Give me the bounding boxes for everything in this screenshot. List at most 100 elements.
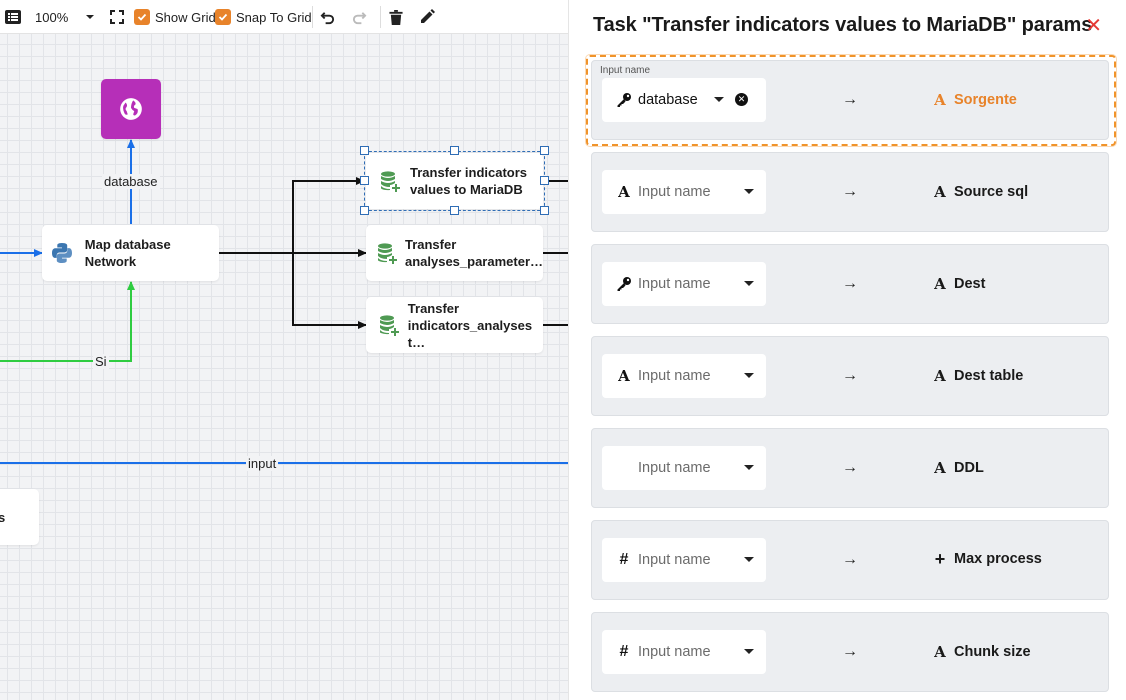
flow-canvas[interactable]: Map database Network Transfer indicators… xyxy=(0,0,568,700)
param-name: Sorgente xyxy=(954,92,1017,108)
param-row: # Input name → + Max process xyxy=(591,520,1109,600)
input-placeholder: Input name xyxy=(638,552,711,568)
input-label: Input name xyxy=(600,65,651,76)
plus-icon: + xyxy=(934,549,946,569)
toolbar-divider xyxy=(380,6,381,28)
redo-icon[interactable] xyxy=(352,0,367,34)
undo-icon[interactable] xyxy=(320,0,335,34)
input-name-select[interactable]: # Input name xyxy=(602,630,766,674)
fullscreen-icon[interactable] xyxy=(110,0,124,34)
param-row: Input name database ✕ → A Sorgente xyxy=(591,60,1109,140)
arrow-right-icon: → xyxy=(842,643,858,660)
param-name: DDL xyxy=(954,460,984,476)
node-transfer-analyses-parameter[interactable]: Transfer analyses_parameter… xyxy=(366,225,543,281)
close-icon[interactable]: ✕ xyxy=(1085,16,1102,36)
panel-title: Task "Transfer indicators values to Mari… xyxy=(593,14,1093,36)
input-name-select[interactable]: A Input name xyxy=(602,170,766,214)
resize-handle-w[interactable] xyxy=(360,176,369,185)
checkbox-checked-icon xyxy=(134,9,150,25)
chevron-down-icon xyxy=(86,15,95,19)
edge-map-to-transfer1 xyxy=(219,177,365,254)
input-name-select[interactable]: database ✕ xyxy=(602,78,766,122)
resize-handle-sw[interactable] xyxy=(360,206,369,215)
param-row: Input name → A Dest xyxy=(591,244,1109,324)
param-row: A Input name → A Source sql xyxy=(591,152,1109,232)
param-name: Chunk size xyxy=(954,644,1031,660)
resize-handle-s[interactable] xyxy=(450,206,459,215)
arrow-right-icon: → xyxy=(842,91,858,108)
param-target: A DDL xyxy=(932,459,984,477)
resize-handle-n[interactable] xyxy=(450,146,459,155)
toolbar-divider xyxy=(312,6,313,28)
arrow-right-icon: → xyxy=(842,275,858,292)
param-target: A Source sql xyxy=(932,183,1028,201)
node-globe[interactable] xyxy=(101,79,161,139)
text-icon: A xyxy=(934,367,946,385)
chevron-down-icon[interactable] xyxy=(744,373,754,378)
arrow-right-icon: → xyxy=(842,367,858,384)
input-placeholder: Input name xyxy=(638,276,711,292)
key-icon xyxy=(614,276,634,292)
input-name-select[interactable]: A Input name xyxy=(602,354,766,398)
resize-handle-e[interactable] xyxy=(540,176,549,185)
hash-icon: # xyxy=(619,643,629,660)
node-label: Transfer indicators_analyses t… xyxy=(407,300,533,350)
database-add-icon xyxy=(374,313,404,337)
node-map-database-network[interactable]: Map database Network xyxy=(42,225,219,281)
edge-map-to-transfer3 xyxy=(292,253,367,329)
edge-label-input: input xyxy=(246,456,279,471)
chevron-down-icon[interactable] xyxy=(744,465,754,470)
checkbox-checked-icon xyxy=(215,9,231,25)
input-name-select[interactable]: Input name xyxy=(602,262,766,306)
toolbar: 100% Show Grid Snap To Grid xyxy=(0,0,568,34)
param-name: Dest xyxy=(954,276,986,292)
param-row: # Input name → A Chunk size xyxy=(591,612,1109,692)
node-partial[interactable]: s xyxy=(0,489,39,545)
chevron-down-icon[interactable] xyxy=(744,281,754,286)
node-label: Map database Network xyxy=(84,237,171,269)
input-placeholder: Input name xyxy=(638,460,711,476)
edge-label-database: database xyxy=(102,174,160,189)
param-target: A Chunk size xyxy=(932,643,1031,661)
selection-box xyxy=(364,151,545,211)
param-row: A Input name → A Dest table xyxy=(591,336,1109,416)
chevron-down-icon[interactable] xyxy=(744,557,754,562)
zoom-select[interactable]: 100% xyxy=(35,0,95,34)
input-name-select[interactable]: Input name xyxy=(602,446,766,490)
arrow-right-icon: → xyxy=(842,459,858,476)
hash-icon: # xyxy=(619,551,629,568)
globe-icon xyxy=(120,98,142,120)
text-icon: A xyxy=(934,643,946,661)
text-icon: A xyxy=(934,459,946,477)
list-icon[interactable] xyxy=(5,0,21,34)
task-params-panel: Task "Transfer indicators values to Mari… xyxy=(568,0,1126,700)
param-name: Dest table xyxy=(954,368,1024,384)
database-add-icon xyxy=(374,241,401,265)
arrow-right-icon: → xyxy=(842,183,858,200)
clear-icon[interactable]: ✕ xyxy=(735,93,748,106)
text-icon: A xyxy=(934,275,946,293)
input-placeholder: Input name xyxy=(638,644,711,660)
param-name: Source sql xyxy=(954,184,1029,200)
text-icon: A xyxy=(618,183,630,201)
key-icon xyxy=(614,92,634,108)
node-transfer-indicators-analyses[interactable]: Transfer indicators_analyses t… xyxy=(366,297,543,353)
chevron-down-icon[interactable] xyxy=(744,649,754,654)
text-icon: A xyxy=(618,367,630,385)
node-label: s xyxy=(0,510,6,525)
edge-label-si: Si xyxy=(93,354,109,369)
input-value: database xyxy=(638,92,698,108)
resize-handle-nw[interactable] xyxy=(360,146,369,155)
input-placeholder: Input name xyxy=(638,368,711,384)
resize-handle-ne[interactable] xyxy=(540,146,549,155)
show-grid-checkbox[interactable]: Show Grid xyxy=(134,0,216,34)
param-name: Max process xyxy=(954,551,1042,567)
chevron-down-icon[interactable] xyxy=(744,189,754,194)
trash-icon[interactable] xyxy=(389,0,403,34)
resize-handle-se[interactable] xyxy=(540,206,549,215)
chevron-down-icon[interactable] xyxy=(714,97,724,102)
pencil-icon[interactable] xyxy=(419,0,435,34)
input-name-select[interactable]: # Input name xyxy=(602,538,766,582)
snap-to-grid-checkbox[interactable]: Snap To Grid xyxy=(215,0,312,34)
param-target: A Sorgente xyxy=(932,91,1017,109)
